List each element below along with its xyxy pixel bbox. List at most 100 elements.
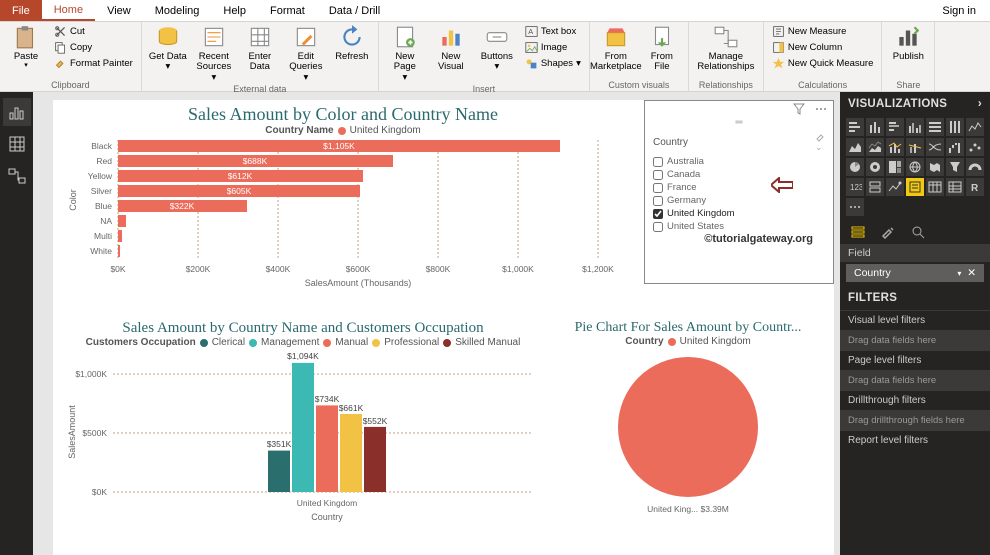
report-view-button[interactable] <box>3 98 31 126</box>
recent-sources-button[interactable]: Recent Sources▾ <box>194 24 234 83</box>
tab-modeling[interactable]: Modeling <box>143 0 212 21</box>
viz-waterfall[interactable] <box>946 138 964 156</box>
viz-100-column[interactable] <box>946 118 964 136</box>
cut-button[interactable]: Cut <box>52 24 135 39</box>
viz-multirow-card[interactable] <box>866 178 884 196</box>
model-view-icon <box>8 167 26 185</box>
new-quick-measure-button[interactable]: New Quick Measure <box>770 56 876 71</box>
viz-matrix[interactable] <box>946 178 964 196</box>
viz-donut[interactable] <box>866 158 884 176</box>
field-well-country[interactable]: Country▾ ✕ <box>846 264 984 282</box>
viz-filled-map[interactable] <box>926 158 944 176</box>
publish-button[interactable]: Publish <box>888 24 928 62</box>
manage-relationships-button[interactable]: Manage Relationships <box>695 24 757 73</box>
chart2-visual[interactable]: Sales Amount by Country Name and Custome… <box>63 320 543 528</box>
copy-button[interactable]: Copy <box>52 40 135 55</box>
filter-icon[interactable] <box>793 103 805 115</box>
chart1-visual[interactable]: Sales Amount by Color and Country Name C… <box>63 104 623 296</box>
get-data-button[interactable]: Get Data▾ <box>148 24 188 73</box>
country-slicer[interactable]: ═ Country ⌄ Australia Canada France Germ… <box>644 100 834 284</box>
viz-pie[interactable] <box>846 158 864 176</box>
new-column-button[interactable]: New Column <box>770 40 876 55</box>
visual-filters-label: Visual level filters <box>840 310 990 330</box>
analytics-tab[interactable] <box>910 224 926 240</box>
data-view-button[interactable] <box>3 130 31 158</box>
ellipsis-icon[interactable] <box>815 103 827 115</box>
viz-scatter[interactable] <box>966 138 984 156</box>
format-painter-button[interactable]: Format Painter <box>52 56 135 71</box>
measure-icon <box>772 25 785 38</box>
drillthrough-filters-drop[interactable]: Drag drillthrough fields here <box>840 410 990 430</box>
fields-tab[interactable] <box>850 224 866 240</box>
report-canvas[interactable]: Sales Amount by Color and Country Name C… <box>33 92 840 555</box>
viz-kpi[interactable] <box>886 178 904 196</box>
svg-text:$351K: $351K <box>267 439 292 449</box>
ribbon-group-clipboard: Clipboard <box>6 79 135 90</box>
shapes-button[interactable]: Shapes ▾ <box>523 56 583 71</box>
viz-r[interactable]: R <box>966 178 984 196</box>
viz-more[interactable] <box>846 198 864 216</box>
field-label: Field <box>840 244 990 262</box>
viz-100-bar[interactable] <box>926 118 944 136</box>
chart3-visual[interactable]: Pie Chart For Sales Amount by Countr... … <box>553 320 823 522</box>
paste-button[interactable]: Paste▾ <box>6 24 46 70</box>
chart3-plot: United King... $3.39M <box>553 347 823 522</box>
viz-slicer[interactable] <box>906 178 924 196</box>
eraser-icon[interactable] <box>815 132 825 142</box>
viz-area[interactable] <box>846 138 864 156</box>
svg-text:$688K: $688K <box>243 156 268 166</box>
svg-text:United King... $3.39M: United King... $3.39M <box>647 504 729 514</box>
viz-clustered-bar[interactable] <box>886 118 904 136</box>
ribbon-group-custom: Custom visuals <box>596 79 682 90</box>
refresh-button[interactable]: Refresh <box>332 24 372 62</box>
viz-map[interactable] <box>906 158 924 176</box>
tab-home[interactable]: Home <box>42 0 95 21</box>
viz-table[interactable] <box>926 178 944 196</box>
svg-text:$1,105K: $1,105K <box>323 141 355 151</box>
viz-gauge[interactable] <box>966 158 984 176</box>
new-page-button[interactable]: New Page▾ <box>385 24 425 83</box>
filters-header: FILTERS <box>840 286 990 310</box>
tab-view[interactable]: View <box>95 0 143 21</box>
buttons-button[interactable]: Buttons▾ <box>477 24 517 73</box>
slicer-item[interactable]: Australia <box>653 155 825 168</box>
from-marketplace-button[interactable]: From Marketplace <box>596 24 636 73</box>
slicer-grip[interactable]: ═ <box>645 117 833 128</box>
viz-combo[interactable] <box>886 138 904 156</box>
image-button[interactable]: Image <box>523 40 583 55</box>
viz-treemap[interactable] <box>886 158 904 176</box>
viz-combo2[interactable] <box>906 138 924 156</box>
viz-stacked-column[interactable] <box>866 118 884 136</box>
chevron-right-icon[interactable]: › <box>978 98 982 110</box>
new-visual-button[interactable]: New Visual <box>431 24 471 73</box>
tab-file[interactable]: File <box>0 0 42 21</box>
format-tab[interactable] <box>880 224 896 240</box>
viz-funnel[interactable] <box>946 158 964 176</box>
edit-queries-button[interactable]: Edit Queries▾ <box>286 24 326 83</box>
slicer-item[interactable]: France <box>653 181 825 194</box>
svg-text:SalesAmount (Thousands): SalesAmount (Thousands) <box>305 278 412 288</box>
page-filters-drop[interactable]: Drag data fields here <box>840 370 990 390</box>
tab-format[interactable]: Format <box>258 0 317 21</box>
viz-ribbon[interactable] <box>926 138 944 156</box>
data-view-icon <box>8 135 26 153</box>
slicer-item[interactable]: United States <box>653 220 825 233</box>
slicer-item[interactable]: Canada <box>653 168 825 181</box>
tab-help[interactable]: Help <box>211 0 258 21</box>
column-icon <box>772 41 785 54</box>
sign-in-link[interactable]: Sign in <box>928 0 990 21</box>
tab-data-drill[interactable]: Data / Drill <box>317 0 392 21</box>
viz-line[interactable] <box>966 118 984 136</box>
model-view-button[interactable] <box>3 162 31 190</box>
viz-stacked-bar[interactable] <box>846 118 864 136</box>
slicer-item[interactable]: Germany <box>653 194 825 207</box>
viz-card[interactable]: 123 <box>846 178 864 196</box>
visual-filters-drop[interactable]: Drag data fields here <box>840 330 990 350</box>
slicer-item-selected[interactable]: United Kingdom <box>653 207 825 220</box>
text-box-button[interactable]: AText box <box>523 24 583 39</box>
viz-clustered-column[interactable] <box>906 118 924 136</box>
enter-data-button[interactable]: Enter Data <box>240 24 280 73</box>
from-file-button[interactable]: From File <box>642 24 682 73</box>
viz-stacked-area[interactable] <box>866 138 884 156</box>
new-measure-button[interactable]: New Measure <box>770 24 876 39</box>
